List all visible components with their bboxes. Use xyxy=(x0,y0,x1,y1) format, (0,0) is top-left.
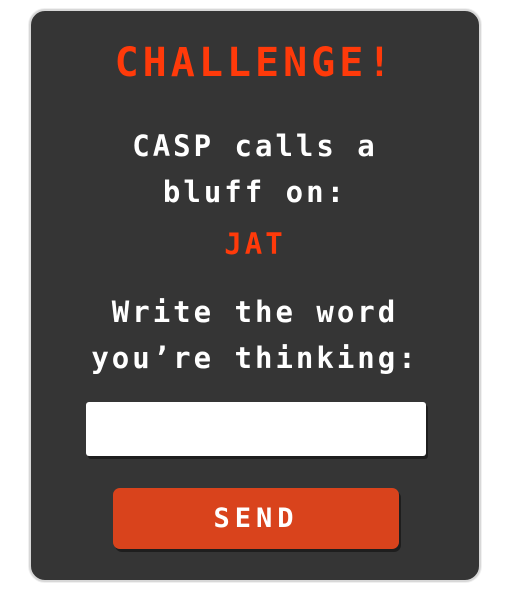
send-button[interactable]: SEND xyxy=(113,488,399,549)
challenge-message-line-1: CASP calls a xyxy=(132,129,378,163)
word-input[interactable] xyxy=(86,402,426,456)
challenge-dialog: CHALLENGE! CASP calls a bluff on: JAT Wr… xyxy=(29,9,481,582)
challenge-message: CASP calls a bluff on: xyxy=(71,123,439,215)
challenge-message-line-2: bluff on: xyxy=(162,175,348,209)
word-prompt-line-2: you’re thinking: xyxy=(91,341,419,375)
challenged-player-name: JAT xyxy=(224,227,286,261)
word-prompt-line-1: Write the word xyxy=(111,295,399,329)
dialog-title: CHALLENGE! xyxy=(114,40,396,86)
word-prompt: Write the word you’re thinking: xyxy=(51,289,459,381)
